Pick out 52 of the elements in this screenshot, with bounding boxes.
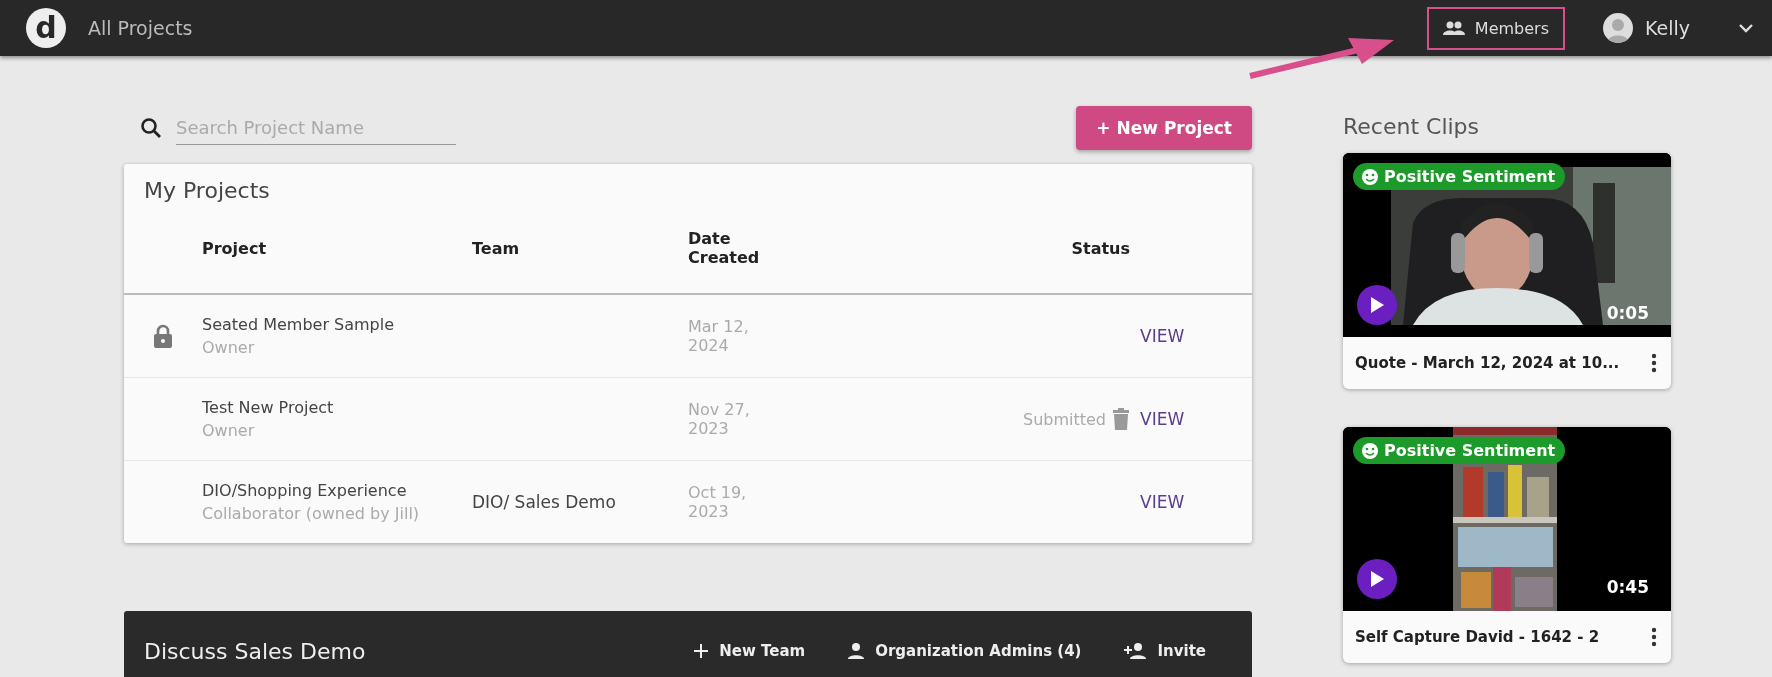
- team-action-button[interactable]: New Team: [687, 641, 812, 661]
- clip-card[interactable]: Positive Sentiment 0:45 Self Capture David - 1642 - 2: [1343, 427, 1671, 663]
- view-link[interactable]: VIEW: [1140, 492, 1252, 512]
- logo[interactable]: d: [26, 8, 66, 48]
- members-button[interactable]: Members: [1426, 6, 1565, 50]
- play-icon: [1369, 570, 1385, 588]
- clip-card[interactable]: Positive Sentiment 0:05 Quote - March 12, 2024 at 10...: [1343, 153, 1671, 389]
- project-name[interactable]: Test New Project: [202, 398, 472, 417]
- new-project-button[interactable]: + New Project: [1076, 106, 1252, 150]
- view-link[interactable]: VIEW: [1140, 409, 1252, 429]
- search-icon: [140, 117, 162, 139]
- project-name[interactable]: Seated Member Sample: [202, 315, 472, 334]
- column-header: Project: [202, 238, 268, 258]
- page-title: All Projects: [88, 17, 194, 39]
- date-created: Nov 27, 2023: [688, 400, 750, 438]
- team-title: Discuss Sales Demo: [144, 638, 367, 664]
- column-header: Date Created: [688, 229, 761, 267]
- project-role: Collaborator (owned by Jill): [202, 504, 421, 523]
- date-created: Mar 12, 2024: [688, 317, 749, 355]
- play-icon: [1369, 296, 1385, 314]
- user-name[interactable]: Kelly: [1645, 17, 1690, 39]
- status-text: Submitted: [1022, 409, 1106, 429]
- more-icon[interactable]: [1649, 625, 1659, 649]
- team-action-button[interactable]: Organization Admins (4): [841, 641, 1088, 661]
- more-icon[interactable]: [1649, 351, 1659, 375]
- project-role: Owner: [202, 421, 256, 440]
- sentiment-badge: Positive Sentiment: [1353, 163, 1566, 190]
- team-action-button[interactable]: Invite: [1117, 641, 1212, 661]
- card-title: My Projects: [143, 177, 271, 203]
- column-header: Team: [472, 238, 521, 258]
- add-person-icon: [1123, 642, 1148, 660]
- date-created: Oct 19, 2023: [688, 483, 747, 521]
- trash-icon[interactable]: [1112, 408, 1130, 430]
- project-role: Owner: [202, 338, 256, 357]
- column-header: Status: [1071, 238, 1131, 258]
- person-icon: [847, 642, 866, 660]
- view-link[interactable]: VIEW: [1140, 326, 1252, 346]
- team-name: DIO/ Sales Demo: [472, 492, 616, 512]
- plus-icon: [693, 643, 710, 659]
- smiley-icon: [1361, 441, 1379, 460]
- search-field[interactable]: Search Project Name: [176, 111, 456, 145]
- clip-duration: 0:45: [1606, 577, 1649, 597]
- avatar[interactable]: [1603, 13, 1633, 43]
- chevron-down-icon[interactable]: [1738, 23, 1754, 33]
- sentiment-badge: Positive Sentiment: [1353, 437, 1566, 464]
- clip-title: Self Capture David - 1642 - 2: [1355, 628, 1600, 646]
- people-icon: [1442, 21, 1465, 35]
- section-title: Recent Clips: [1343, 114, 1481, 139]
- project-name[interactable]: DIO/Shopping Experience: [202, 481, 472, 500]
- clip-duration: 0:05: [1606, 303, 1649, 323]
- clip-title: Quote - March 12, 2024 at 10...: [1355, 354, 1620, 372]
- smiley-icon: [1361, 167, 1379, 186]
